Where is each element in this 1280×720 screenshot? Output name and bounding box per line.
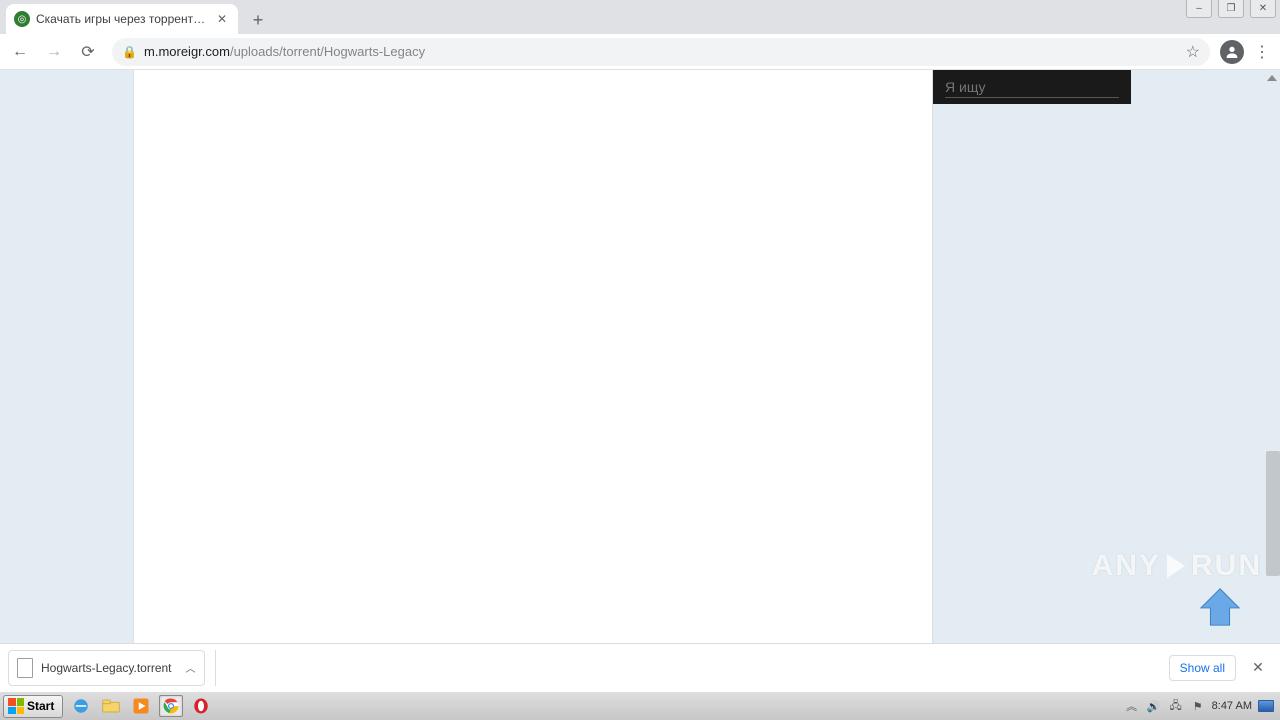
download-shelf: Hogwarts-Legacy.torrent ︿ Show all ✕ bbox=[0, 643, 1280, 691]
browser-tab[interactable]: ◎ Скачать игры через торрент бесп ✕ bbox=[6, 4, 238, 34]
lock-icon: 🔒 bbox=[122, 45, 136, 59]
tray-network-icon[interactable]: 🖧 bbox=[1168, 698, 1184, 714]
tray-clock[interactable]: 8:47 AM bbox=[1212, 700, 1252, 712]
file-icon bbox=[17, 658, 33, 678]
taskbar-chrome-icon[interactable] bbox=[159, 695, 183, 717]
chrome-menu-button[interactable]: ⋮ bbox=[1250, 40, 1274, 64]
url-text: m.moreigr.com/uploads/torrent/Hogwarts-L… bbox=[144, 44, 425, 59]
bookmark-star-icon[interactable]: ☆ bbox=[1186, 42, 1200, 62]
windows-flag-icon bbox=[8, 698, 24, 714]
tray-show-hidden-icon[interactable]: ︽ bbox=[1124, 698, 1140, 714]
anyrun-watermark: ANY RUN bbox=[1092, 549, 1262, 583]
site-search-input[interactable] bbox=[945, 77, 1119, 98]
new-tab-button[interactable]: + bbox=[244, 6, 272, 34]
taskbar-ie-icon[interactable] bbox=[69, 695, 93, 717]
url-path: /uploads/torrent/Hogwarts-Legacy bbox=[230, 44, 425, 59]
watermark-left: ANY bbox=[1092, 549, 1161, 583]
window-minimize[interactable]: – bbox=[1186, 0, 1212, 18]
show-all-downloads-button[interactable]: Show all bbox=[1169, 655, 1236, 681]
scrollbar-thumb[interactable] bbox=[1266, 451, 1280, 576]
address-bar[interactable]: 🔒 m.moreigr.com/uploads/torrent/Hogwarts… bbox=[112, 38, 1210, 66]
tab-title: Скачать игры через торрент бесп bbox=[36, 12, 208, 26]
site-search-box bbox=[933, 70, 1131, 104]
download-separator bbox=[215, 650, 216, 686]
tab-strip: ◎ Скачать игры через торрент бесп ✕ + bbox=[0, 0, 1280, 34]
url-host: m.moreigr.com bbox=[144, 44, 230, 59]
back-button[interactable]: ← bbox=[6, 38, 34, 66]
download-filename: Hogwarts-Legacy.torrent bbox=[41, 661, 172, 675]
windows-taskbar: Start ︽ 🔊 🖧 ⚑ 8:47 AM bbox=[0, 691, 1280, 720]
back-to-top-button[interactable] bbox=[1197, 583, 1243, 629]
watermark-right: RUN bbox=[1191, 549, 1262, 583]
window-maximize[interactable]: ❐ bbox=[1218, 0, 1244, 18]
tab-favicon-icon: ◎ bbox=[14, 11, 30, 27]
start-button[interactable]: Start bbox=[3, 695, 63, 718]
profile-avatar-icon[interactable] bbox=[1220, 40, 1244, 64]
taskbar-opera-icon[interactable] bbox=[189, 695, 213, 717]
page-content-main bbox=[133, 70, 933, 643]
window-close[interactable]: ✕ bbox=[1250, 0, 1276, 18]
start-label: Start bbox=[27, 699, 54, 713]
browser-toolbar: ← → ⟳ 🔒 m.moreigr.com/uploads/torrent/Ho… bbox=[0, 34, 1280, 70]
tray-volume-icon[interactable]: 🔊 bbox=[1146, 698, 1162, 714]
tab-close-icon[interactable]: ✕ bbox=[214, 11, 230, 27]
system-tray: ︽ 🔊 🖧 ⚑ 8:47 AM bbox=[1118, 698, 1280, 714]
scrollbar-up-icon[interactable] bbox=[1267, 75, 1277, 81]
show-desktop-button[interactable] bbox=[1258, 700, 1274, 712]
download-chevron-icon[interactable]: ︿ bbox=[186, 660, 196, 675]
reload-button[interactable]: ⟳ bbox=[74, 38, 102, 66]
forward-button[interactable]: → bbox=[40, 38, 68, 66]
page-viewport: ANY RUN bbox=[0, 70, 1280, 643]
taskbar-media-icon[interactable] bbox=[129, 695, 153, 717]
close-download-shelf-icon[interactable]: ✕ bbox=[1244, 654, 1272, 682]
download-item[interactable]: Hogwarts-Legacy.torrent ︿ bbox=[8, 650, 205, 686]
play-icon bbox=[1167, 554, 1185, 578]
taskbar-explorer-icon[interactable] bbox=[99, 695, 123, 717]
tray-flag-icon[interactable]: ⚑ bbox=[1190, 698, 1206, 714]
